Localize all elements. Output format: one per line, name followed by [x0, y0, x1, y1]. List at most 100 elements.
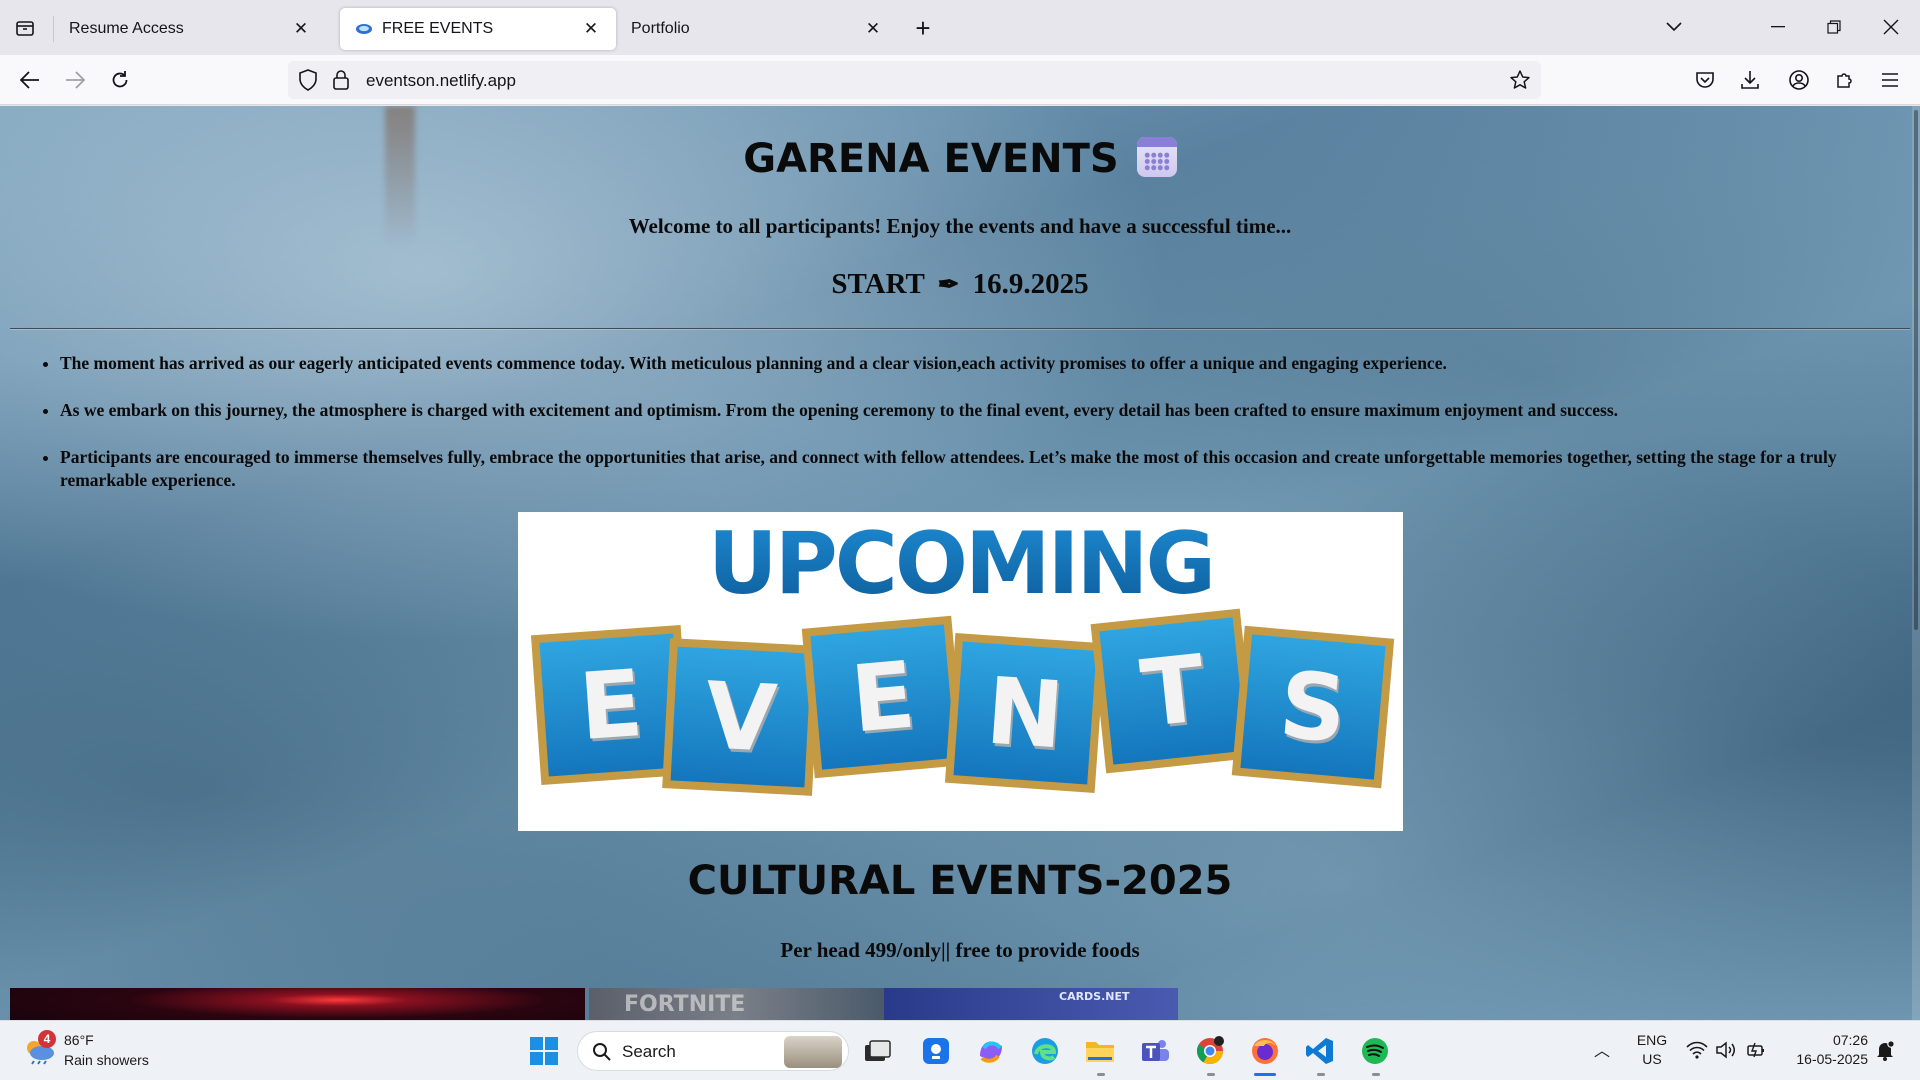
menu-button[interactable]: [1873, 64, 1907, 96]
weather-badge: 4: [38, 1030, 56, 1048]
tab-title: FREE EVENTS: [382, 20, 494, 37]
list-item: The moment has arrived as our eagerly an…: [60, 352, 1870, 375]
taskbar: 4 86°F Rain showers Search ︿ ENG US 07:2…: [0, 1020, 1920, 1080]
running-indicator: [1097, 1073, 1105, 1076]
page-scrollbar[interactable]: [1912, 106, 1920, 1020]
wifi-icon[interactable]: [1686, 1039, 1708, 1061]
forward-button[interactable]: [58, 64, 92, 96]
windows-icon: [530, 1037, 558, 1065]
chat-app-icon: [923, 1038, 949, 1064]
taskbar-app-firefox[interactable]: [1247, 1033, 1283, 1069]
search-placeholder: Search: [622, 1042, 676, 1061]
plus-icon: +: [915, 12, 931, 43]
page-content: GARENA EVENTS Welcome to all participant…: [0, 106, 1920, 1020]
bookmark-star-icon[interactable]: [1509, 69, 1531, 96]
close-icon[interactable]: ✕: [580, 18, 602, 40]
section-title: CULTURAL EVENTS-2025: [687, 858, 1233, 904]
list-item: Participants are encouraged to immerse t…: [60, 446, 1870, 492]
page-title-text: GARENA EVENTS: [743, 136, 1119, 182]
list-all-tabs-button[interactable]: [1651, 8, 1697, 46]
restore-icon: [1827, 20, 1841, 34]
close-icon[interactable]: ✕: [290, 18, 312, 40]
account-icon: [1789, 70, 1809, 90]
show-hidden-icons-button[interactable]: ︿: [1590, 1037, 1614, 1061]
account-button[interactable]: [1782, 64, 1816, 96]
calendar-icon: [1136, 137, 1177, 177]
banner-tile: S: [1231, 625, 1395, 789]
start-label: START: [831, 268, 925, 300]
pocket-icon: [1696, 72, 1714, 88]
reload-button[interactable]: [103, 64, 137, 96]
language-indicator[interactable]: ENG US: [1630, 1031, 1674, 1069]
search-icon: [593, 1043, 611, 1061]
language-code: ENG: [1636, 1032, 1668, 1048]
hamburger-icon: [1882, 73, 1898, 87]
welcome-text: Welcome to all participants! Enjoy the e…: [628, 214, 1292, 238]
price-text: Per head 499/only|| free to provide food…: [780, 938, 1140, 962]
forward-arrow-icon: [66, 71, 85, 89]
reload-icon: [112, 71, 128, 88]
intro-list: The moment has arrived as our eagerly an…: [60, 352, 1870, 516]
tab-bar: Resume Access ✕ FREE EVENTS ✕ Portfolio …: [0, 0, 1920, 55]
favicon-icon: [355, 20, 373, 38]
downloads-button[interactable]: [1733, 64, 1767, 96]
divider: [10, 328, 1910, 329]
extensions-button[interactable]: [1828, 64, 1862, 96]
search-highlight-image: [784, 1036, 842, 1068]
minimize-button[interactable]: [1755, 8, 1801, 46]
download-icon: [1741, 71, 1759, 89]
start-button[interactable]: [526, 1033, 562, 1069]
event-thumbnail-fortnite[interactable]: FORTNITE: [589, 988, 884, 1020]
back-arrow-icon: [20, 71, 39, 89]
tab-portfolio[interactable]: Portfolio ✕: [616, 8, 898, 50]
lock-icon[interactable]: [332, 69, 350, 96]
task-view-icon: [865, 1040, 891, 1061]
pocket-button[interactable]: [1688, 64, 1722, 96]
taskbar-app-teams[interactable]: [1137, 1033, 1173, 1069]
tab-title: Portfolio: [631, 20, 690, 37]
region-code: US: [1642, 1051, 1662, 1067]
shield-icon[interactable]: [298, 69, 318, 96]
new-tab-button[interactable]: +: [906, 13, 940, 43]
taskbar-search[interactable]: Search: [577, 1031, 849, 1071]
tab-resume-access[interactable]: Resume Access ✕: [54, 8, 326, 50]
taskbar-app-chat[interactable]: [918, 1033, 954, 1069]
upcoming-events-banner: UPCOMING E V E N T S: [518, 512, 1403, 831]
task-view-button[interactable]: [859, 1033, 895, 1069]
close-window-button[interactable]: [1868, 8, 1914, 46]
event-thumbnail-cards[interactable]: CARDS.NET: [884, 988, 1178, 1020]
event-thumbnail-concert[interactable]: [10, 988, 585, 1020]
tab-free-events[interactable]: FREE EVENTS ✕: [340, 8, 616, 50]
weather-temperature: 86°F: [64, 1032, 94, 1048]
folder-icon: [1086, 1042, 1114, 1062]
edge-icon: [1032, 1038, 1058, 1064]
notification-bell-icon[interactable]: [1874, 1039, 1898, 1063]
taskbar-app-spotify[interactable]: [1357, 1033, 1393, 1069]
close-icon[interactable]: ✕: [862, 18, 884, 40]
list-item: As we embark on this journey, the atmosp…: [60, 399, 1870, 422]
taskbar-app-chrome[interactable]: [1192, 1033, 1228, 1069]
thumbnail-label: FORTNITE: [624, 992, 746, 1017]
restore-button[interactable]: [1811, 8, 1857, 46]
taskbar-app-edge[interactable]: [1027, 1033, 1063, 1069]
battery-icon[interactable]: [1745, 1039, 1767, 1061]
firefox-icon: [1252, 1038, 1278, 1064]
running-indicator: [1317, 1073, 1325, 1076]
tab-title: Resume Access: [69, 20, 184, 37]
tab-list-button[interactable]: [8, 12, 42, 44]
back-button[interactable]: [13, 64, 47, 96]
url-bar[interactable]: eventson.netlify.app: [288, 61, 1541, 99]
thumbnail-label: CARDS.NET: [1059, 990, 1130, 1003]
banner-tile: N: [944, 632, 1106, 794]
url-text[interactable]: eventson.netlify.app: [366, 71, 516, 91]
taskbar-app-explorer[interactable]: [1082, 1033, 1118, 1069]
scrollbar-thumb[interactable]: [1914, 110, 1918, 630]
chevron-down-icon: [1666, 22, 1682, 32]
system-clock[interactable]: 07:26 16-05-2025: [1782, 1031, 1868, 1069]
taskbar-app-copilot[interactable]: [973, 1033, 1009, 1069]
weather-widget[interactable]: 4 86°F Rain showers: [20, 1029, 190, 1073]
taskbar-app-vscode[interactable]: [1302, 1033, 1338, 1069]
weather-condition: Rain showers: [64, 1052, 149, 1068]
volume-icon[interactable]: [1715, 1039, 1737, 1061]
minimize-icon: [1771, 26, 1785, 28]
